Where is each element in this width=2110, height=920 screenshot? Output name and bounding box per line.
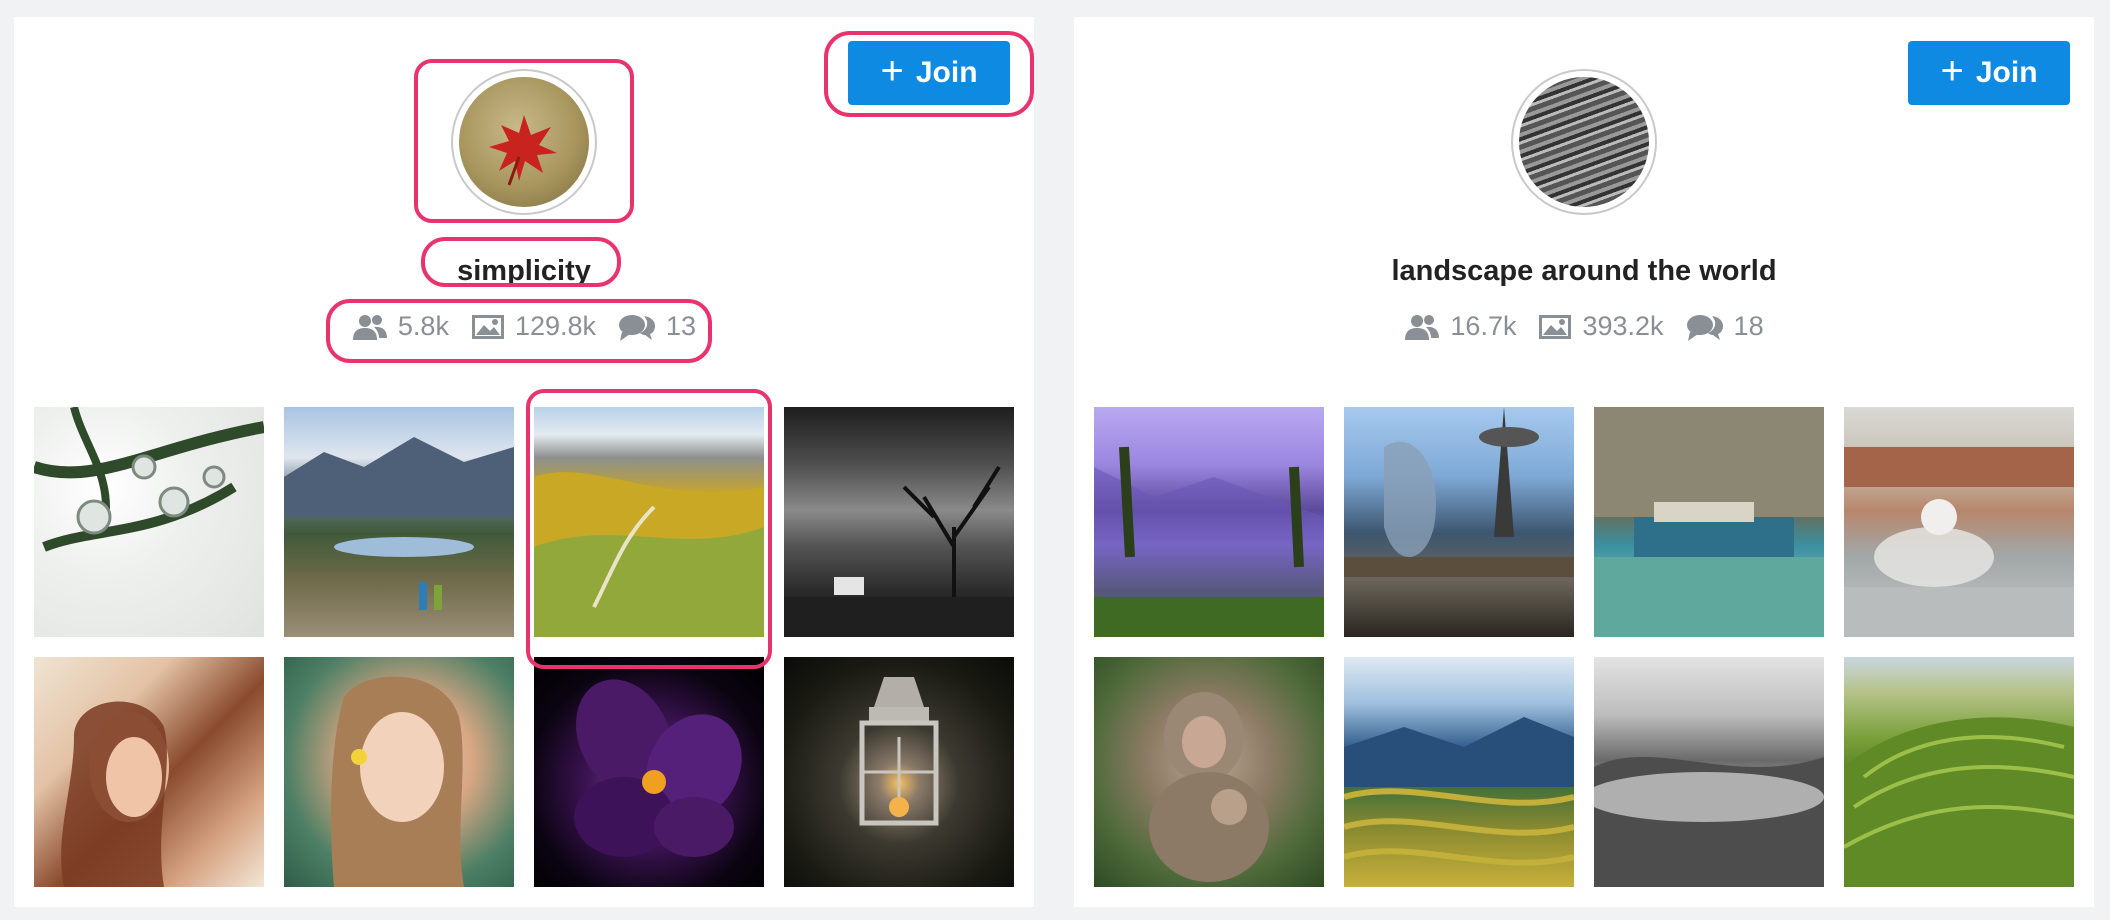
photos-count: 129.8k xyxy=(514,311,597,341)
group-avatar[interactable] xyxy=(1511,69,1657,215)
thumbnail-purple-lake[interactable] xyxy=(1094,407,1324,637)
maple-leaf-avatar-icon xyxy=(459,77,589,207)
group-title[interactable]: simplicity xyxy=(14,255,1034,288)
comments-count: 13 xyxy=(666,311,697,341)
photos-icon xyxy=(1539,314,1572,339)
group-card-simplicity: + Join simplicity 5.8k 129.8k 13 xyxy=(14,17,1034,907)
group-card-landscape: + Join landscape around the world 16.7k … xyxy=(1074,17,2094,907)
join-button-label: Join xyxy=(915,56,978,89)
comments-stat: 13 xyxy=(618,311,696,342)
thumbnail-woman-portrait[interactable] xyxy=(34,657,264,887)
thumbnail-boats-cliff[interactable] xyxy=(1594,407,1824,637)
group-title[interactable]: landscape around the world xyxy=(1074,255,2094,288)
join-button[interactable]: + Join xyxy=(848,41,1010,105)
photos-stat: 393.2k xyxy=(1538,311,1664,342)
group-stats: 5.8k 129.8k 13 xyxy=(14,311,1034,342)
plus-icon: + xyxy=(1940,49,1964,93)
members-icon xyxy=(352,314,387,340)
thumbnail-vineyard[interactable] xyxy=(1844,657,2074,887)
join-button[interactable]: + Join xyxy=(1908,41,2070,105)
comments-icon xyxy=(619,314,656,341)
thumbnail-water-drops[interactable] xyxy=(34,407,264,637)
thumbnail-space-needle[interactable] xyxy=(1344,407,1574,637)
join-button-label: Join xyxy=(1975,56,2038,89)
thumbnail-bw-tree[interactable] xyxy=(784,407,1014,637)
thumbnail-lantern[interactable] xyxy=(784,657,1014,887)
photos-icon xyxy=(471,314,504,339)
thumbnail-rice-terrace[interactable] xyxy=(1344,657,1574,887)
thumbnail-girl-portrait[interactable] xyxy=(284,657,514,887)
photos-count: 393.2k xyxy=(1582,311,1664,341)
photos-stat: 129.8k xyxy=(471,311,596,342)
members-stat: 5.8k xyxy=(352,311,449,342)
members-count: 16.7k xyxy=(1450,311,1517,341)
thumbnail-purple-flower[interactable] xyxy=(534,657,764,887)
comments-icon xyxy=(1686,314,1723,341)
group-stats: 16.7k 393.2k 18 xyxy=(1074,311,2094,342)
stone-texture-avatar-icon xyxy=(1519,77,1649,207)
comments-count: 18 xyxy=(1733,311,1764,341)
comments-stat: 18 xyxy=(1686,311,1764,342)
thumbnail-monkey[interactable] xyxy=(1094,657,1324,887)
group-avatar[interactable] xyxy=(451,69,597,215)
members-stat: 16.7k xyxy=(1404,311,1516,342)
members-icon xyxy=(1405,314,1440,340)
thumbnail-green-hills[interactable] xyxy=(534,407,764,637)
thumbnail-foggy-forest[interactable] xyxy=(1594,657,1824,887)
thumbnail-mountain-valley[interactable] xyxy=(284,407,514,637)
thumbnail-motorbike[interactable] xyxy=(1844,407,2074,637)
members-count: 5.8k xyxy=(397,311,449,341)
plus-icon: + xyxy=(880,49,904,93)
